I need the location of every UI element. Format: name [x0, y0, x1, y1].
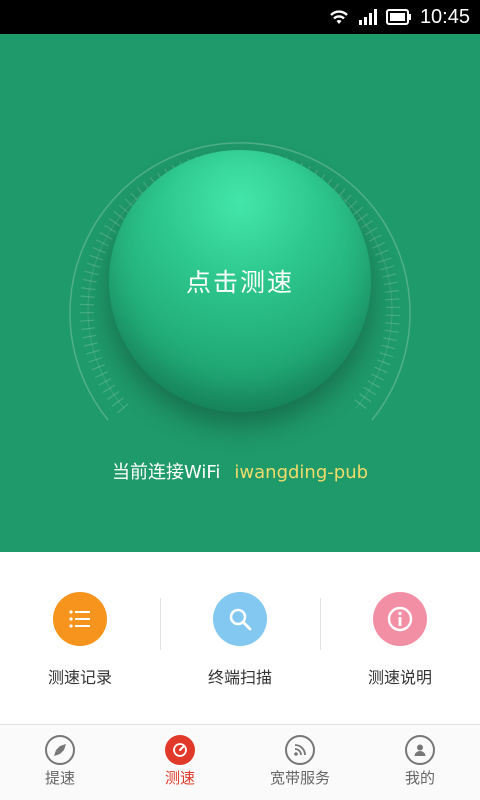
gauge-tick [84, 270, 99, 276]
gauge-tick [383, 281, 398, 286]
status-time: 10:45 [419, 5, 470, 28]
gauge-tick [108, 217, 121, 227]
gauge-tick [80, 319, 95, 322]
gauge-tick [381, 344, 396, 350]
start-speed-test-button[interactable]: 点击测速 [109, 150, 371, 412]
status-bar: 10:45 [0, 0, 480, 34]
nav-item-speedtest[interactable]: 测速 [120, 735, 240, 788]
gauge-tick [81, 327, 96, 331]
speed-test-panel: 点击测速 当前连接WiFi iwangding-pub [0, 34, 480, 552]
wifi-prefix-label: 当前连接WiFi [111, 462, 221, 483]
wifi-signal-icon [328, 8, 350, 26]
bottom-nav: 提速 测速 宽带服务 我的 [0, 724, 480, 800]
cell-signal-icon [358, 8, 378, 26]
gauge-tick [80, 295, 95, 298]
gauge-tick [383, 337, 398, 342]
gauge-tick [81, 287, 96, 291]
gauge-tick [380, 265, 394, 271]
gauge-tick [376, 359, 391, 366]
gauge-tick [384, 289, 399, 293]
speedometer-icon [165, 735, 195, 765]
terminal-scan-button[interactable]: 终端扫描 [160, 592, 320, 688]
gauge-tick [384, 329, 399, 333]
wifi-connection-info: 当前连接WiFi iwangding-pub [0, 458, 480, 484]
action-row: 测速记录 终端扫描 测速说明 [0, 552, 480, 724]
gauge-tick [385, 298, 400, 301]
speed-help-button[interactable]: 测速说明 [320, 592, 480, 688]
nav-item-speedup[interactable]: 提速 [0, 735, 120, 788]
wifi-ssid: iwangding-pub [234, 462, 369, 483]
rss-icon [285, 735, 315, 765]
gauge-tick [382, 273, 397, 278]
gauge-tick [379, 352, 394, 358]
gauge-tick [83, 342, 98, 347]
user-icon [405, 735, 435, 765]
search-icon [213, 592, 267, 646]
speed-record-button[interactable]: 测速记录 [0, 592, 160, 688]
nav-label: 提速 [44, 769, 75, 787]
terminal-scan-label: 终端扫描 [207, 668, 272, 687]
rocket-icon [45, 735, 75, 765]
nav-label: 我的 [404, 769, 435, 787]
nav-item-mine[interactable]: 我的 [360, 735, 480, 788]
start-speed-test-label: 点击测速 [185, 268, 294, 297]
nav-item-broadband[interactable]: 宽带服务 [240, 735, 360, 788]
speed-help-label: 测速说明 [367, 668, 432, 687]
nav-label: 宽带服务 [269, 769, 330, 787]
gauge-tick [117, 403, 129, 414]
gauge-tick [82, 334, 97, 339]
gauge-tick [360, 220, 373, 229]
gauge-tick [86, 349, 100, 355]
info-icon [373, 592, 427, 646]
list-icon [53, 592, 107, 646]
battery-icon [385, 9, 412, 25]
gauge-tick [82, 278, 97, 283]
gauge-tick [385, 322, 400, 325]
gauge-tick [88, 356, 103, 363]
speed-record-label: 测速记录 [47, 668, 112, 687]
nav-label: 测速 [164, 769, 195, 787]
